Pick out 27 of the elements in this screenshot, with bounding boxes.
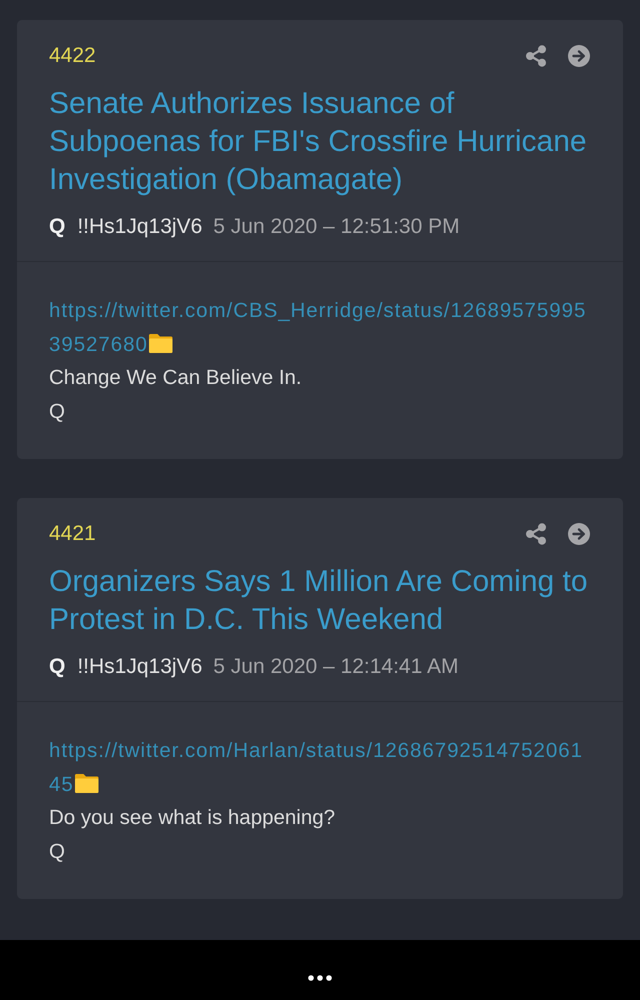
share-icon (525, 45, 547, 67)
post-text: Change We Can Believe In. (49, 365, 302, 391)
more-icon[interactable] (308, 975, 332, 981)
post-title: Senate Authorizes Issuance of Subpoenas for FBI's Crossfire Hurricane Investigation (Obamagate) (49, 86, 588, 198)
tweet-link[interactable]: https://twitter.com/Harlan/status/1268679251475206145 (49, 734, 591, 801)
folder-icon (148, 332, 174, 354)
tweet-link[interactable]: https://twitter.com/CBS_Herridge/status/1268957599539527680 (49, 294, 591, 361)
post-timestamp: 5 Jun 2020 – 12:14:41 AM (213, 654, 458, 680)
open-post-button[interactable] (568, 45, 590, 67)
author-name: Q (49, 654, 66, 680)
share-button[interactable] (525, 523, 547, 545)
post-number: 4421 (49, 522, 96, 546)
tripcode: !!Hs1Jq13jV6 (77, 654, 202, 680)
post-text: Do you see what is happening? (49, 805, 336, 831)
arrow-circle-icon (568, 45, 590, 67)
author-name: Q (49, 214, 66, 240)
folder-icon (74, 772, 100, 794)
open-post-button[interactable] (568, 523, 590, 545)
post-text: Q (49, 838, 65, 864)
share-button[interactable] (525, 45, 547, 67)
post-text: Q (49, 398, 65, 424)
post-timestamp: 5 Jun 2020 – 12:51:30 PM (213, 214, 460, 240)
tripcode: !!Hs1Jq13jV6 (77, 214, 202, 240)
share-icon (525, 523, 547, 545)
post-title: Organizers Says 1 Million Are Coming to Protest in D.C. This Weekend (49, 564, 589, 638)
post-number: 4422 (49, 44, 96, 68)
arrow-circle-icon (568, 523, 590, 545)
